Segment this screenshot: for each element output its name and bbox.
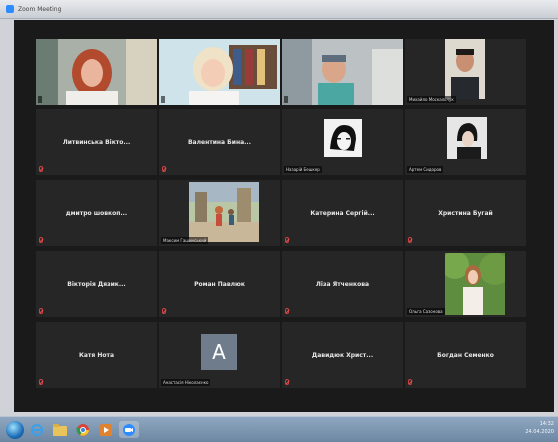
participant-tile-4[interactable]: Михайло Москальчук (405, 39, 526, 105)
clock-date: 24.04.2020 (525, 429, 554, 435)
participant-tile-2-active-speaker[interactable] (159, 39, 280, 105)
clock-time: 14:32 (539, 421, 554, 427)
muted-mic-icon (408, 379, 412, 385)
participant-tile-10[interactable]: Максим Гашинський (159, 180, 280, 246)
participant-video (282, 39, 403, 105)
participant-name: Михайло Москальчук (407, 96, 456, 103)
participant-tile-3[interactable] (282, 39, 403, 105)
muted-mic-icon (39, 379, 43, 385)
participant-tile-11[interactable]: Катерина Сергій... (282, 180, 403, 246)
participant-name (161, 96, 165, 103)
muted-mic-icon (39, 308, 43, 314)
folder-icon[interactable] (50, 421, 70, 438)
letter-avatar: A (201, 334, 237, 370)
participant-name: Богдан Семенко (437, 351, 494, 359)
system-tray-clock[interactable]: 14:32 24.04.2020 (525, 420, 554, 436)
participant-name: Максим Гашинський (161, 237, 209, 244)
window-titlebar: Zoom Meeting (0, 0, 558, 19)
participant-name: Катерина Сергій... (310, 209, 375, 217)
participant-tile-12[interactable]: Христина Бугай (405, 180, 526, 246)
participant-name (284, 96, 288, 103)
participant-tile-14[interactable]: Роман Павлюк (159, 251, 280, 317)
participant-tile-17[interactable]: Катя Нота (36, 322, 157, 388)
participant-name: Артем Сидоров (407, 166, 444, 173)
ie-icon[interactable] (27, 421, 47, 438)
participant-tile-15[interactable]: Ліза Ятченкова (282, 251, 403, 317)
participant-tile-7[interactable]: Назарій Бешкер (282, 109, 403, 175)
zoom-app-icon (6, 5, 14, 13)
media-icon[interactable] (96, 421, 116, 438)
participant-video (445, 39, 485, 99)
muted-mic-icon (162, 166, 166, 172)
profile-picture (447, 117, 487, 159)
participant-tile-18[interactable]: A Анастасія Ніколаєнко (159, 322, 280, 388)
participant-name: Назарій Бешкер (284, 166, 322, 173)
participant-tile-16[interactable]: Ольга Сазонова (405, 251, 526, 317)
participant-name: Давидюк Христ... (311, 351, 374, 359)
participant-name: Катя Нота (78, 351, 115, 359)
participant-tile-9[interactable]: дмитро шовкоп... (36, 180, 157, 246)
muted-mic-icon (408, 237, 412, 243)
participant-tile-6[interactable]: Валентина Бина... (159, 109, 280, 175)
participant-tile-8[interactable]: Артем Сидоров (405, 109, 526, 175)
participant-name: Вікторія Дязик... (67, 280, 126, 288)
participant-name: Христина Бугай (438, 209, 493, 217)
participant-tile-1[interactable] (36, 39, 157, 105)
participant-name: Роман Павлюк (194, 280, 245, 288)
muted-mic-icon (285, 379, 289, 385)
participant-tile-19[interactable]: Давидюк Христ... (282, 322, 403, 388)
participant-name (38, 96, 42, 103)
profile-picture (324, 119, 362, 157)
muted-mic-icon (39, 166, 43, 172)
muted-mic-icon (285, 237, 289, 243)
participant-name: дмитро шовкоп... (65, 209, 128, 217)
zoom-icon[interactable] (119, 421, 139, 438)
participant-name: Анастасія Ніколаєнко (161, 379, 211, 386)
participant-name: Ліза Ятченкова (315, 280, 370, 288)
participant-name: Ольга Сазонова (407, 308, 445, 315)
windows-taskbar: 14:32 24.04.2020 (0, 416, 558, 442)
muted-mic-icon (39, 237, 43, 243)
gallery-view: Михайло Москальчук Литвинська Вікто... В… (14, 20, 554, 412)
participant-video (36, 39, 157, 105)
participant-tile-20[interactable]: Богдан Семенко (405, 322, 526, 388)
profile-picture (445, 253, 505, 315)
participant-video (159, 39, 280, 105)
muted-mic-icon (162, 308, 166, 314)
muted-mic-icon (285, 308, 289, 314)
participant-name: Валентина Бина... (187, 138, 251, 146)
participant-name: Литвинська Вікто... (62, 138, 131, 146)
chrome-icon[interactable] (73, 421, 93, 438)
window-title: Zoom Meeting (18, 5, 62, 13)
participant-tile-5[interactable]: Литвинська Вікто... (36, 109, 157, 175)
profile-picture (189, 182, 259, 242)
windows-start-icon[interactable] (6, 420, 24, 439)
participant-tile-13[interactable]: Вікторія Дязик... (36, 251, 157, 317)
